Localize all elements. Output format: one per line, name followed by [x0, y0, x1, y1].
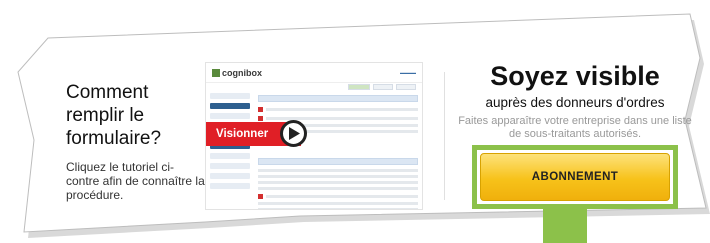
thumbnail-tab — [373, 84, 393, 90]
thumbnail-header: cognibox ▬▬▬▬ — [206, 63, 422, 83]
tutorial-video-thumbnail[interactable]: cognibox ▬▬▬▬ Visionner — [205, 62, 423, 210]
thumbnail-tab — [348, 84, 370, 90]
subscription-subtitle: auprès des donneurs d'ordres — [485, 95, 665, 110]
subscription-title: Soyez visible — [490, 61, 660, 91]
vertical-divider — [444, 72, 445, 200]
tutorial-instructions: Comment remplir le formulaire? Cliquez l… — [66, 81, 206, 202]
subscription-panel: Soyez visible auprès des donneurs d'ordr… — [456, 60, 694, 141]
play-icon — [289, 127, 300, 140]
tutorial-subtext: Cliquez le tutoriel ci-contre afin de co… — [66, 160, 205, 202]
subscribe-button[interactable]: ABONNEMENT — [480, 153, 670, 201]
play-label: Visionner — [216, 128, 269, 140]
play-button[interactable] — [280, 120, 307, 147]
thumbnail-tabs — [206, 83, 422, 91]
thumbnail-header-link: ▬▬▬▬ — [400, 70, 416, 75]
cognibox-logo-icon — [212, 68, 220, 77]
thumbnail-sidebar — [210, 93, 250, 208]
highlight-pointer-arrow — [543, 208, 587, 243]
thumbnail-tab — [396, 84, 416, 90]
subscription-description: Faites apparaître votre entreprise dans … — [458, 115, 692, 140]
cta-highlight-frame: ABONNEMENT — [472, 145, 678, 209]
cognibox-logo-text: cognibox — [222, 67, 262, 78]
tutorial-heading: Comment remplir le formulaire? — [66, 82, 162, 149]
thumbnail-content — [258, 95, 418, 209]
